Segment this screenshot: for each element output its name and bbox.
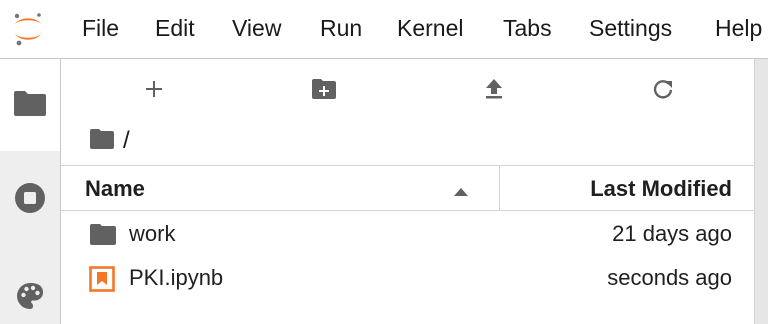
refresh-icon <box>652 78 674 105</box>
folder-icon <box>89 222 117 251</box>
file-modified: seconds ago <box>607 265 732 290</box>
menu-tabs[interactable]: Tabs <box>503 14 552 42</box>
notebook-icon <box>89 266 115 297</box>
breadcrumb: / <box>89 126 130 156</box>
menu-view[interactable]: View <box>232 14 281 42</box>
menu-kernel[interactable]: Kernel <box>397 14 463 42</box>
menu-settings[interactable]: Settings <box>589 14 672 42</box>
folder-icon <box>13 89 47 122</box>
menu-edit[interactable]: Edit <box>155 14 195 42</box>
sidebar-tab-themes[interactable] <box>0 273 60 323</box>
menu-bar: File Edit View Run Kernel Tabs Settings … <box>0 0 768 59</box>
file-list-header: Name Last Modified <box>61 165 754 211</box>
stop-circle-icon <box>14 182 46 219</box>
new-folder-icon <box>311 78 337 105</box>
file-name: PKI.ipynb <box>129 265 224 290</box>
menu-help[interactable]: Help <box>715 14 762 42</box>
file-name: work <box>129 221 176 246</box>
sidebar-tab-file-browser[interactable] <box>0 59 60 151</box>
file-browser-panel: / Name Last Modified work 21 days ago PK… <box>61 59 754 324</box>
new-launcher-button[interactable] <box>130 71 178 111</box>
sort-up-icon[interactable] <box>453 184 469 202</box>
folder-icon[interactable] <box>89 128 115 155</box>
jupyter-logo-icon[interactable] <box>8 9 48 49</box>
menu-run[interactable]: Run <box>320 14 362 42</box>
column-divider[interactable] <box>499 166 500 210</box>
left-sidebar <box>0 59 61 324</box>
plus-icon <box>144 79 164 104</box>
menu-file[interactable]: File <box>82 14 119 42</box>
list-item[interactable]: work 21 days ago <box>61 213 754 257</box>
new-folder-button[interactable] <box>300 71 348 111</box>
list-item[interactable]: PKI.ipynb seconds ago <box>61 257 754 301</box>
palette-icon <box>15 281 45 316</box>
upload-icon <box>484 78 504 105</box>
panel-scrollbar[interactable] <box>754 59 768 324</box>
column-header-last-modified[interactable]: Last Modified <box>590 176 732 202</box>
refresh-button[interactable] <box>639 71 687 111</box>
file-modified: 21 days ago <box>612 221 732 246</box>
column-header-name[interactable]: Name <box>85 176 145 202</box>
breadcrumb-separator: / <box>123 127 130 154</box>
upload-button[interactable] <box>470 71 518 111</box>
sidebar-tab-running[interactable] <box>0 171 60 229</box>
